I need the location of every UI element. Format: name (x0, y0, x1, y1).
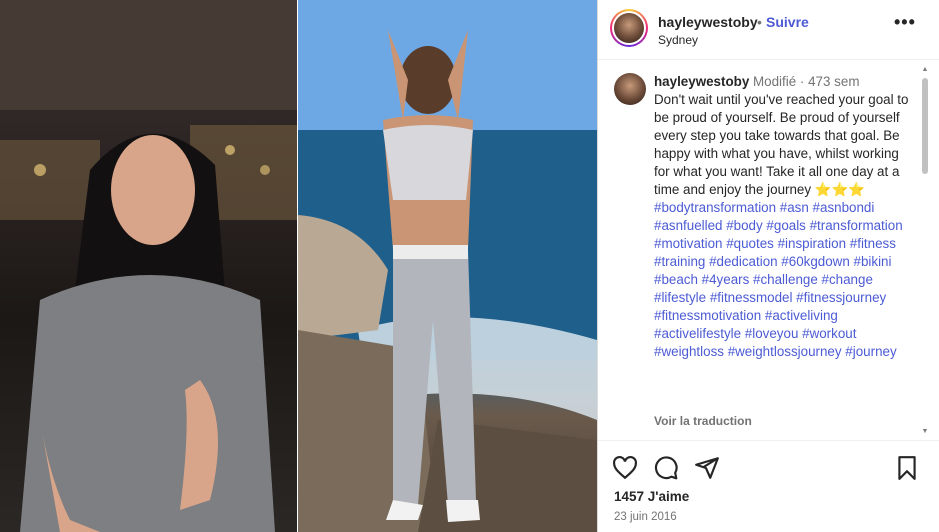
scroll-thumb[interactable] (922, 78, 928, 174)
after-photo-art (298, 0, 597, 532)
bookmark-icon[interactable] (894, 455, 920, 481)
send-icon[interactable] (694, 455, 720, 481)
post-date[interactable]: 23 juin 2016 (614, 511, 677, 523)
location-link[interactable]: Sydney (658, 33, 698, 47)
meta-separator: · (799, 74, 805, 89)
before-photo-art (0, 0, 297, 532)
caption-avatar[interactable] (614, 73, 646, 105)
header-username[interactable]: hayleywestoby (658, 14, 758, 30)
avatar-image (614, 13, 644, 43)
see-translation-link[interactable]: Voir la traduction (654, 414, 752, 428)
caption-username[interactable]: hayleywestoby (654, 74, 749, 89)
profile-avatar[interactable] (610, 9, 648, 47)
post-header: hayleywestoby • Suivre Sydney ••• (598, 0, 939, 60)
caption-body: hayleywestoby Modifié · 473 sem Don't wa… (654, 73, 910, 361)
post-actions: 1457 J'aime 23 juin 2016 (598, 440, 939, 532)
caption-scrollbar[interactable]: ▲ ▼ (921, 66, 929, 438)
header-separator: • (757, 14, 762, 30)
caption-area: hayleywestoby Modifié · 473 sem Don't wa… (598, 60, 939, 438)
likes-count[interactable]: 1457 J'aime (614, 489, 689, 504)
more-options-icon[interactable]: ••• (894, 12, 916, 33)
caption-text: Don't wait until you've reached your goa… (654, 92, 909, 197)
after-photo (298, 0, 597, 532)
scroll-up-icon[interactable]: ▲ (921, 66, 929, 74)
caption-emojis: ⭐⭐⭐ (814, 182, 865, 197)
follow-button[interactable]: Suivre (766, 14, 809, 30)
post-side-panel: hayleywestoby • Suivre Sydney ••• hayley… (597, 0, 939, 532)
post-age[interactable]: 473 sem (808, 74, 859, 89)
caption-hashtags[interactable]: #bodytransformation #asn #asnbondi #asnf… (654, 200, 903, 359)
before-photo (0, 0, 297, 532)
edited-label: Modifié (753, 74, 797, 89)
comment-icon[interactable] (653, 455, 679, 481)
heart-icon[interactable] (612, 455, 638, 481)
scroll-down-icon[interactable]: ▼ (921, 428, 929, 436)
post-media[interactable] (0, 0, 597, 532)
